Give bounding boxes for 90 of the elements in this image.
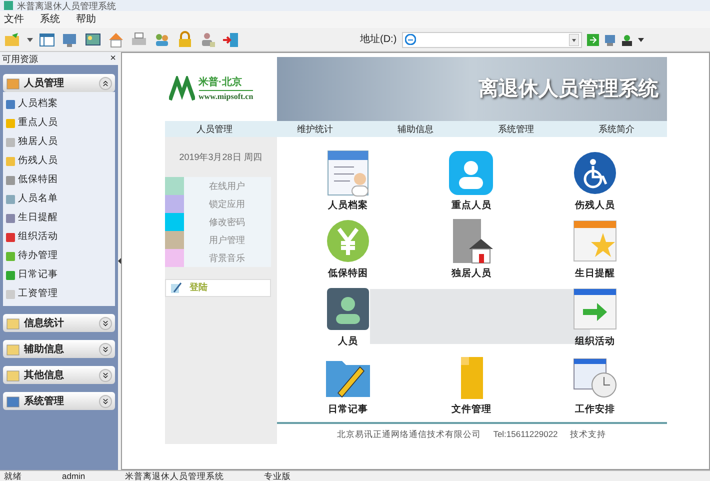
exit-door-icon[interactable]	[222, 30, 240, 48]
item-icon	[6, 270, 15, 280]
menu-item[interactable]: 帮助	[76, 12, 96, 27]
people-group-icon	[447, 149, 496, 197]
address-label: 地址(D:)	[360, 32, 397, 47]
expand-icon[interactable]	[99, 394, 112, 408]
logo-mark-icon	[168, 76, 194, 102]
go-icon[interactable]	[586, 34, 599, 46]
tile-label[interactable]: 人员	[338, 335, 358, 350]
sidebar-item[interactable]: 人员名单	[6, 191, 112, 207]
login-label: 登陆	[190, 280, 208, 294]
group-header[interactable]: 系统管理	[3, 392, 115, 410]
collapse-icon[interactable]	[99, 76, 112, 90]
status-text: 米普离退休人员管理系统	[125, 471, 224, 481]
tile-label[interactable]: 低保特困	[328, 267, 368, 282]
tile-label[interactable]: 重点人员	[451, 199, 492, 214]
splitter-arrow-icon[interactable]	[118, 258, 121, 264]
group-header[interactable]: 人员管理	[3, 74, 115, 92]
sidebar-item[interactable]: 待办管理	[6, 248, 112, 264]
lock-icon[interactable]	[176, 30, 194, 48]
tile-label[interactable]: 组织活动	[574, 335, 615, 350]
footer-text: Tel:15611229022	[493, 428, 558, 441]
dropdown-icon[interactable]	[568, 34, 579, 46]
date-text: 2019年3月28日 周四	[178, 151, 263, 164]
group-header[interactable]: 辅助信息	[3, 340, 115, 358]
item-icon	[6, 232, 15, 242]
panel-title: 可用资源	[2, 54, 38, 64]
folder-arrow-icon[interactable]	[4, 30, 22, 48]
nav-link[interactable]: 辅助信息	[365, 121, 466, 137]
people-icon[interactable]	[620, 34, 633, 46]
table-icon[interactable]	[38, 30, 56, 48]
logo-url: www.mipsoft.cn	[198, 91, 254, 103]
group-title: 辅助信息	[24, 342, 65, 356]
tile-label[interactable]: 日常记事	[328, 403, 368, 418]
item-icon	[6, 100, 15, 108]
item-icon	[6, 118, 15, 128]
item-icon	[6, 290, 15, 298]
caret-icon[interactable]	[27, 38, 33, 42]
item-icon	[6, 156, 15, 166]
expand-icon[interactable]	[99, 342, 112, 356]
monitor-icon[interactable]	[604, 34, 616, 46]
sidebar-item[interactable]: 重点人员	[6, 115, 112, 131]
menu-item[interactable]: 文件	[4, 12, 24, 27]
nav-link[interactable]: 系统简介	[566, 121, 667, 137]
tile-label[interactable]: 生日提醒	[574, 267, 615, 282]
sidebar-item[interactable]: 工资管理	[6, 286, 112, 302]
banner-title: 离退休人员管理系统	[478, 76, 658, 102]
group-title: 信息统计	[24, 316, 65, 330]
sidebar-item[interactable]: 日常记事	[6, 267, 112, 283]
group-title: 其他信息	[24, 368, 65, 382]
pen-note-icon	[170, 282, 182, 294]
nav-link[interactable]: 系统管理	[466, 121, 566, 137]
nav-link[interactable]: 维护统计	[264, 121, 366, 137]
window-title: 米普离退休人员管理系统	[17, 0, 116, 10]
expand-icon[interactable]	[99, 316, 112, 330]
status-text: 就绪	[4, 471, 22, 481]
nav-link[interactable]: 人员管理	[164, 121, 265, 137]
item-icon	[6, 138, 15, 146]
tile-label[interactable]: 独居人员	[451, 267, 492, 282]
sidebar-item[interactable]: 独居人员	[6, 134, 112, 150]
sidebar-item[interactable]: 生日提醒	[6, 210, 112, 226]
address-field[interactable]	[402, 32, 582, 48]
caret-icon[interactable]	[638, 38, 644, 42]
sidebar-item[interactable]: 伤残人员	[6, 153, 112, 169]
sidebar-item[interactable]: 低保特困	[6, 172, 112, 188]
app-icon	[4, 1, 13, 10]
sidebar-item[interactable]: 组织活动	[6, 229, 112, 245]
item-icon	[6, 194, 15, 204]
expand-icon[interactable]	[99, 368, 112, 382]
item-icon	[6, 252, 15, 260]
picture-icon[interactable]	[84, 30, 102, 48]
status-text: 专业版	[264, 471, 292, 481]
group-title: 系统管理	[24, 394, 65, 408]
item-icon	[6, 214, 15, 222]
logo-name: 米普·北京	[198, 75, 254, 91]
tile-label[interactable]: 工作安排	[574, 403, 615, 418]
footer-text: 技术支持	[570, 428, 606, 441]
close-button[interactable]: ×	[110, 54, 116, 64]
group-header[interactable]: 信息统计	[3, 314, 115, 332]
tile-label[interactable]: 文件管理	[451, 403, 492, 418]
sidebar-item[interactable]: 人员档案	[6, 96, 112, 112]
status-text: admin	[62, 471, 86, 481]
item-icon	[6, 176, 15, 184]
tile-label[interactable]: 人员档案	[328, 199, 368, 214]
group-header[interactable]: 其他信息	[3, 366, 115, 384]
house-icon[interactable]	[107, 30, 125, 48]
group-title: 人员管理	[24, 76, 65, 90]
menu-item[interactable]: 系统	[40, 12, 60, 27]
footer-text: 北京易讯正通网络通信技术有限公司	[337, 428, 482, 441]
tile-label[interactable]: 伤残人员	[574, 199, 615, 214]
